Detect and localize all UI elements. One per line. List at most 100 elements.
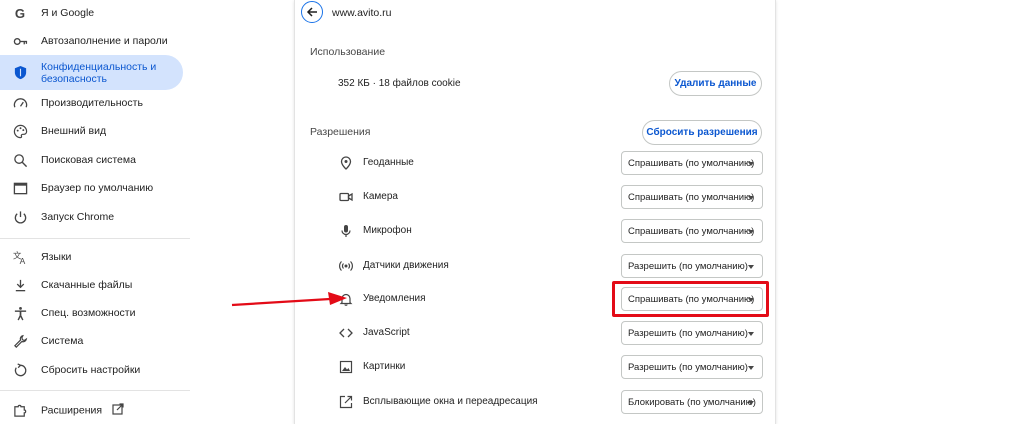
permission-row-javascript: JavaScript Разрешить (по умолчанию) xyxy=(295,321,777,345)
accessibility-icon xyxy=(12,305,28,321)
select-value: Спрашивать (по умолчанию) xyxy=(628,191,755,203)
microphone-permission-select[interactable]: Спрашивать (по умолчанию) xyxy=(621,219,763,243)
search-icon xyxy=(12,152,28,168)
external-link-icon xyxy=(112,402,124,418)
reset-permissions-button[interactable]: Сбросить разрешения xyxy=(642,120,762,145)
download-icon xyxy=(12,277,28,293)
sidebar-item-label: Производительность xyxy=(41,97,143,109)
sidebar-item-label: Поисковая система xyxy=(41,154,136,166)
popups-permission-select[interactable]: Блокировать (по умолчанию) xyxy=(621,390,763,414)
sidebar-item-label: Автозаполнение и пароли xyxy=(41,35,168,47)
microphone-icon xyxy=(338,223,354,239)
annotation-arrow-icon xyxy=(231,292,347,307)
sidebar-item-reset-settings[interactable]: Сбросить настройки xyxy=(0,359,183,381)
sidebar-item-you-and-google[interactable]: G Я и Google xyxy=(0,2,183,24)
sidebar-item-default-browser[interactable]: Браузер по умолчанию xyxy=(0,177,183,199)
sidebar-item-accessibility[interactable]: Спец. возможности xyxy=(0,302,183,324)
permission-label: Датчики движения xyxy=(363,260,449,271)
shield-icon xyxy=(12,65,28,81)
popup-icon xyxy=(338,394,354,410)
translate-icon: 文A xyxy=(12,249,28,265)
select-value: Разрешить (по умолчанию) xyxy=(628,361,748,373)
usage-section-title: Использование xyxy=(310,46,386,58)
permission-row-popups: Всплывающие окна и переадресация Блокиро… xyxy=(295,390,777,414)
permission-row-location: Геоданные Спрашивать (по умолчанию) xyxy=(295,151,777,175)
wrench-icon xyxy=(12,333,28,349)
sidebar-item-on-startup[interactable]: Запуск Chrome xyxy=(0,206,183,228)
usage-summary: 352 КБ · 18 файлов cookie xyxy=(338,78,461,89)
notifications-permission-select[interactable]: Спрашивать (по умолчанию) xyxy=(621,287,763,311)
sidebar-item-label: Запуск Chrome xyxy=(41,211,115,223)
sidebar-item-label: Браузер по умолчанию xyxy=(41,182,154,194)
permission-label: Камера xyxy=(363,191,398,202)
sidebar-item-extensions[interactable]: Расширения xyxy=(0,399,183,421)
dropdown-caret-icon xyxy=(748,401,754,405)
extensions-label: Расширения xyxy=(41,403,103,416)
svg-text:G: G xyxy=(14,6,24,21)
select-value: Блокировать (по умолчанию) xyxy=(628,396,756,408)
select-value: Разрешить (по умолчанию) xyxy=(628,327,748,339)
google-g-icon: G xyxy=(12,5,28,21)
key-icon xyxy=(12,33,28,49)
sidebar-divider xyxy=(0,390,190,391)
permission-row-camera: Камера Спрашивать (по умолчанию) xyxy=(295,185,777,209)
power-icon xyxy=(12,209,28,225)
sidebar-item-performance[interactable]: Производительность xyxy=(0,92,183,114)
sidebar-item-privacy-security[interactable]: Конфиденциальность и безопасность xyxy=(0,55,183,90)
sidebar-item-label: Спец. возможности xyxy=(41,307,136,319)
dropdown-caret-icon xyxy=(748,332,754,336)
sidebar-item-label: Расширения xyxy=(41,402,124,418)
sidebar-item-label: Конфиденциальность и безопасность xyxy=(41,60,157,85)
select-value: Спрашивать (по умолчанию) xyxy=(628,225,755,237)
svg-text:A: A xyxy=(19,256,25,265)
dropdown-caret-icon xyxy=(748,298,754,302)
permission-label: Микрофон xyxy=(363,225,412,236)
sidebar-item-downloads[interactable]: Скачанные файлы xyxy=(0,274,183,296)
dropdown-caret-icon xyxy=(748,196,754,200)
select-value: Спрашивать (по умолчанию) xyxy=(628,157,755,169)
permission-row-microphone: Микрофон Спрашивать (по умолчанию) xyxy=(295,219,777,243)
sidebar-item-languages[interactable]: 文A Языки xyxy=(0,246,183,268)
sidebar-item-search-engine[interactable]: Поисковая система xyxy=(0,149,183,171)
sidebar-item-label: Система xyxy=(41,335,84,347)
dropdown-caret-icon xyxy=(748,265,754,269)
camera-icon xyxy=(338,189,354,205)
dropdown-caret-icon xyxy=(748,366,754,370)
javascript-permission-select[interactable]: Разрешить (по умолчанию) xyxy=(621,321,763,345)
images-permission-select[interactable]: Разрешить (по умолчанию) xyxy=(621,355,763,379)
image-icon xyxy=(338,359,354,375)
speedometer-icon xyxy=(12,95,28,111)
location-permission-select[interactable]: Спрашивать (по умолчанию) xyxy=(621,151,763,175)
puzzle-icon xyxy=(12,402,28,418)
location-pin-icon xyxy=(338,155,354,171)
site-url: www.avito.ru xyxy=(332,7,392,19)
sidebar-item-label: Сбросить настройки xyxy=(41,364,141,376)
sidebar-item-system[interactable]: Система xyxy=(0,330,183,352)
permission-row-motion-sensors: Датчики движения Разрешить (по умолчанию… xyxy=(295,254,777,278)
delete-data-button[interactable]: Удалить данные xyxy=(669,71,762,96)
reset-icon xyxy=(12,362,28,378)
motion-sensors-permission-select[interactable]: Разрешить (по умолчанию) xyxy=(621,254,763,278)
sidebar-divider xyxy=(0,238,190,239)
back-button[interactable] xyxy=(301,1,323,23)
permission-label: Всплывающие окна и переадресация xyxy=(363,396,538,407)
palette-icon xyxy=(12,123,28,139)
permission-row-images: Картинки Разрешить (по умолчанию) xyxy=(295,355,777,379)
permission-label: Уведомления xyxy=(363,293,426,304)
site-settings-panel: www.avito.ru Использование 352 КБ · 18 ф… xyxy=(294,0,776,424)
sidebar-item-autofill[interactable]: Автозаполнение и пароли xyxy=(0,30,183,52)
browser-window-icon xyxy=(12,180,28,196)
select-value: Спрашивать (по умолчанию) xyxy=(628,293,755,305)
camera-permission-select[interactable]: Спрашивать (по умолчанию) xyxy=(621,185,763,209)
sidebar-item-label: Языки xyxy=(41,251,72,263)
motion-sensor-icon xyxy=(338,258,354,274)
permission-label: Картинки xyxy=(363,361,406,372)
sidebar-item-appearance[interactable]: Внешний вид xyxy=(0,120,183,142)
permission-row-notifications: Уведомления Спрашивать (по умолчанию) xyxy=(295,287,777,311)
permission-label: JavaScript xyxy=(363,327,410,338)
sidebar-item-label: Я и Google xyxy=(41,7,95,19)
permissions-section-title: Разрешения xyxy=(310,126,371,138)
sidebar-item-label: Внешний вид xyxy=(41,125,107,137)
settings-sidebar: G Я и Google Автозаполнение и пароли Кон… xyxy=(0,0,190,424)
arrow-left-icon xyxy=(306,7,317,17)
